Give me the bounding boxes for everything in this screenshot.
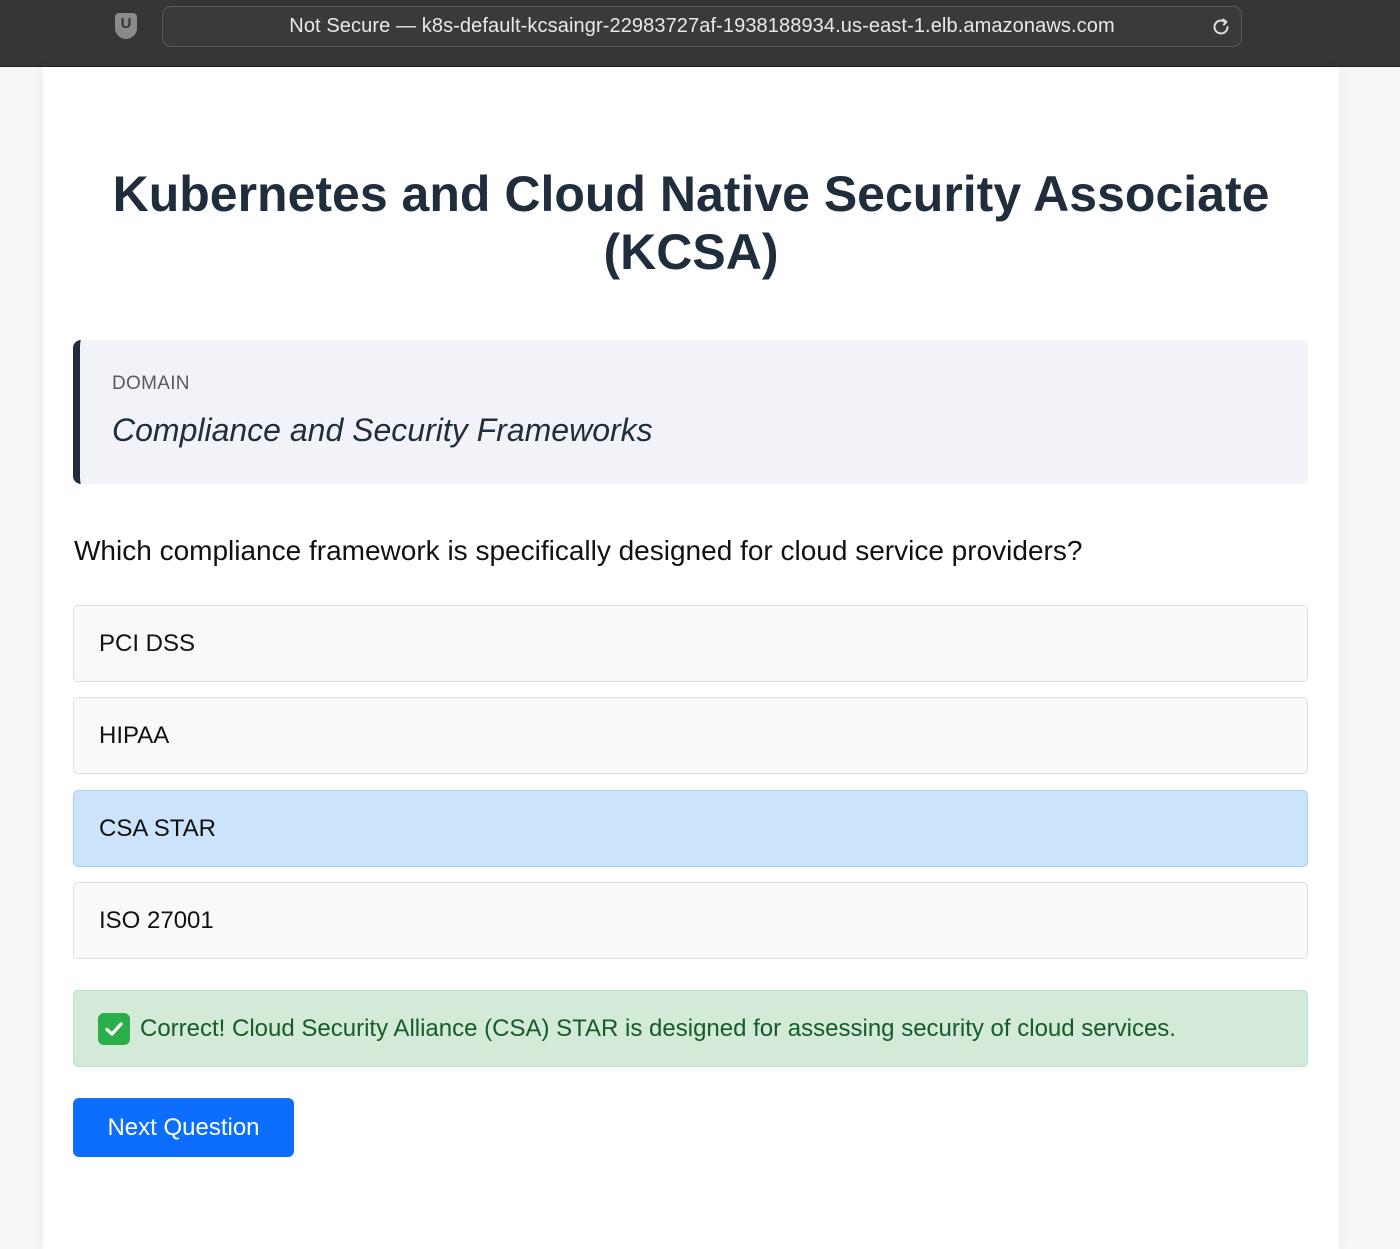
domain-panel: DOMAIN Compliance and Security Framework… <box>73 340 1308 484</box>
next-question-button[interactable]: Next Question <box>73 1098 294 1157</box>
address-bar[interactable]: Not Secure — k8s-default-kcsaingr-229837… <box>162 6 1242 47</box>
reload-icon[interactable] <box>1209 15 1233 39</box>
page-title: Kubernetes and Cloud Native Security Ass… <box>112 166 1270 280</box>
check-mark-icon <box>98 1012 130 1045</box>
answer-option-label: CSA STAR <box>99 814 216 842</box>
address-text: Not Secure — k8s-default-kcsaingr-229837… <box>289 15 1115 37</box>
answer-option-pci-dss[interactable]: PCI DSS <box>73 605 1308 682</box>
quiz-card: Kubernetes and Cloud Native Security Ass… <box>43 67 1339 1249</box>
feedback-text: Correct! Cloud Security Alliance (CSA) S… <box>140 1014 1176 1042</box>
answer-option-iso-27001[interactable]: ISO 27001 <box>73 882 1308 959</box>
domain-label: DOMAIN <box>112 373 190 394</box>
answer-option-label: PCI DSS <box>99 629 196 657</box>
question-text: Which compliance framework is specifical… <box>74 535 1083 566</box>
browser-toolbar: U Not Secure — k8s-default-kcsaingr-2298… <box>0 0 1400 67</box>
answer-option-hipaa[interactable]: HIPAA <box>73 697 1308 774</box>
answer-option-label: ISO 27001 <box>99 906 214 934</box>
answer-option-csa-star[interactable]: CSA STAR <box>73 790 1308 867</box>
answer-option-label: HIPAA <box>99 721 170 749</box>
feedback-alert: Correct! Cloud Security Alliance (CSA) S… <box>73 990 1308 1067</box>
domain-value: Compliance and Security Frameworks <box>112 412 653 448</box>
extension-shield-icon[interactable]: U <box>115 13 137 39</box>
